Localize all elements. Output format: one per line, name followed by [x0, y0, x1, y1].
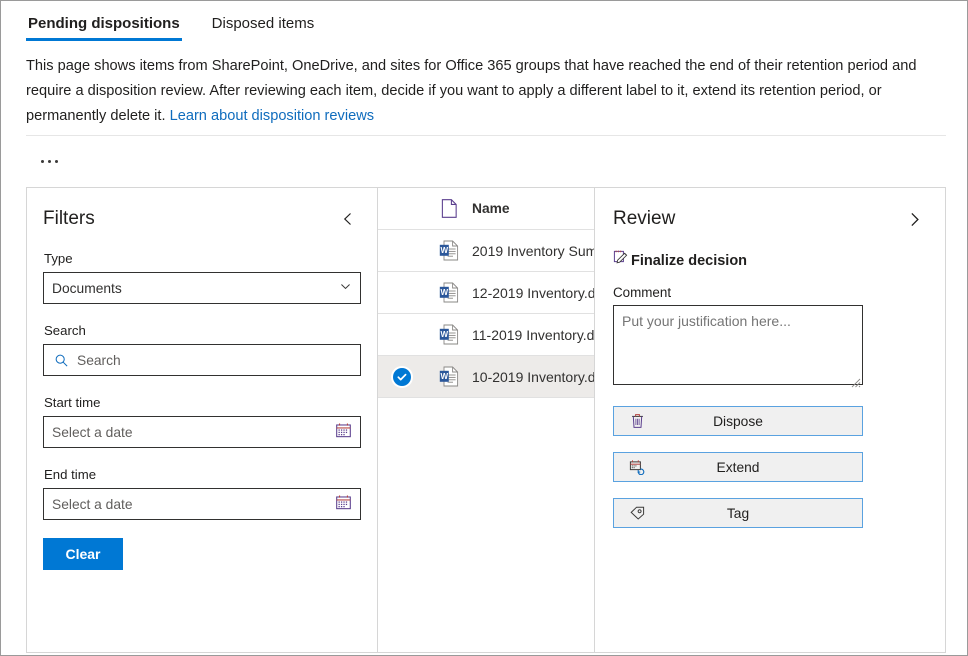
- dispose-button[interactable]: Dispose: [613, 406, 863, 436]
- search-input-placeholder: Search: [77, 352, 121, 368]
- start-date-placeholder: Select a date: [52, 424, 133, 440]
- table-row[interactable]: W 2019 Inventory Sum: [378, 230, 594, 272]
- end-date-placeholder: Select a date: [52, 496, 133, 512]
- filter-start-time-block: Start time Select a date: [43, 394, 361, 448]
- chevron-left-icon[interactable]: [335, 206, 361, 232]
- row-file-name: 11-2019 Inventory.d: [472, 326, 594, 343]
- word-doc-icon: W: [426, 324, 472, 345]
- ellipsis-dot: [40, 159, 44, 163]
- filter-type-label: Type: [44, 251, 73, 266]
- finalize-decision-heading: Finalize decision: [613, 250, 927, 271]
- tab-disposed-items[interactable]: Disposed items: [210, 13, 317, 41]
- file-type-column-icon[interactable]: [426, 199, 472, 218]
- chevron-down-icon: [339, 280, 352, 296]
- checkmark-icon: [393, 367, 411, 386]
- svg-text:W: W: [441, 288, 449, 297]
- page-description-text: This page shows items from SharePoint, O…: [26, 58, 917, 124]
- filter-search-label: Search: [44, 323, 86, 338]
- items-list-panel: Name W 2019 Inventory Sum W 12-2019 Inve…: [378, 188, 595, 652]
- word-doc-icon: W: [426, 282, 472, 303]
- dispose-button-label: Dispose: [713, 413, 763, 429]
- clear-filters-button[interactable]: Clear: [43, 538, 123, 570]
- word-doc-icon: W: [426, 240, 472, 261]
- table-row[interactable]: W 12-2019 Inventory.d: [378, 272, 594, 314]
- svg-text:W: W: [441, 330, 449, 339]
- tab-pending-dispositions[interactable]: Pending dispositions: [26, 13, 182, 41]
- comment-field-wrapper: [613, 305, 863, 390]
- ellipsis-dot: [54, 159, 58, 163]
- comment-label: Comment: [613, 285, 672, 300]
- table-row[interactable]: W 10-2019 Inventory.d: [378, 356, 594, 398]
- tab-pending-dispositions-label: Pending dispositions: [28, 15, 180, 32]
- filters-panel: Filters Type Documents Search Search Sta…: [27, 188, 378, 652]
- svg-text:W: W: [441, 372, 449, 381]
- review-title: Review: [613, 208, 676, 229]
- filter-type-dropdown[interactable]: Documents: [43, 272, 361, 304]
- review-header: Review: [613, 206, 927, 232]
- start-date-picker[interactable]: Select a date: [43, 416, 361, 448]
- row-file-name: 12-2019 Inventory.d: [472, 284, 594, 301]
- filter-end-time-label: End time: [44, 467, 97, 482]
- page-description: This page shows items from SharePoint, O…: [26, 54, 931, 129]
- panels-container: Filters Type Documents Search Search Sta…: [26, 187, 946, 653]
- extend-button-label: Extend: [716, 459, 760, 475]
- tag-button[interactable]: Tag: [613, 498, 863, 528]
- calendar-icon[interactable]: [335, 422, 352, 442]
- end-date-picker[interactable]: Select a date: [43, 488, 361, 520]
- chevron-right-icon[interactable]: [901, 206, 927, 232]
- list-column-name[interactable]: Name: [472, 201, 594, 216]
- filters-header: Filters: [43, 206, 361, 232]
- disposition-review-page: Pending dispositions Disposed items This…: [0, 0, 968, 656]
- ellipsis-dot: [47, 159, 51, 163]
- tab-bar: Pending dispositions Disposed items: [26, 7, 316, 41]
- tag-button-label: Tag: [726, 505, 750, 521]
- comment-textarea[interactable]: [613, 305, 863, 385]
- edit-note-icon: [613, 250, 629, 271]
- learn-about-disposition-reviews-link[interactable]: Learn about disposition reviews: [170, 108, 374, 124]
- search-input[interactable]: Search: [43, 344, 361, 376]
- table-row[interactable]: W 11-2019 Inventory.d: [378, 314, 594, 356]
- row-file-name: 2019 Inventory Sum: [472, 242, 594, 259]
- filters-title: Filters: [43, 208, 95, 229]
- row-file-name: 10-2019 Inventory.d: [472, 368, 594, 385]
- review-panel: Review Finalize decision Comment Put you…: [595, 188, 945, 652]
- filter-end-time-block: End time Select a date: [43, 466, 361, 520]
- filter-search-block: Search Search: [43, 322, 361, 376]
- filter-start-time-label: Start time: [44, 395, 101, 410]
- word-doc-icon: W: [426, 366, 472, 387]
- section-divider: [26, 135, 946, 136]
- calendar-icon[interactable]: [335, 494, 352, 514]
- extend-button[interactable]: Extend: [613, 452, 863, 482]
- svg-text:W: W: [441, 246, 449, 255]
- row-select-checkbox[interactable]: [378, 367, 426, 386]
- finalize-decision-label: Finalize decision: [631, 252, 748, 269]
- overflow-menu-button[interactable]: [34, 149, 64, 173]
- filter-type-value: Documents: [52, 280, 122, 296]
- search-icon: [54, 353, 69, 368]
- tab-disposed-items-label: Disposed items: [211, 15, 315, 32]
- list-header-row: Name: [378, 188, 594, 230]
- filter-type-block: Type Documents: [43, 250, 361, 304]
